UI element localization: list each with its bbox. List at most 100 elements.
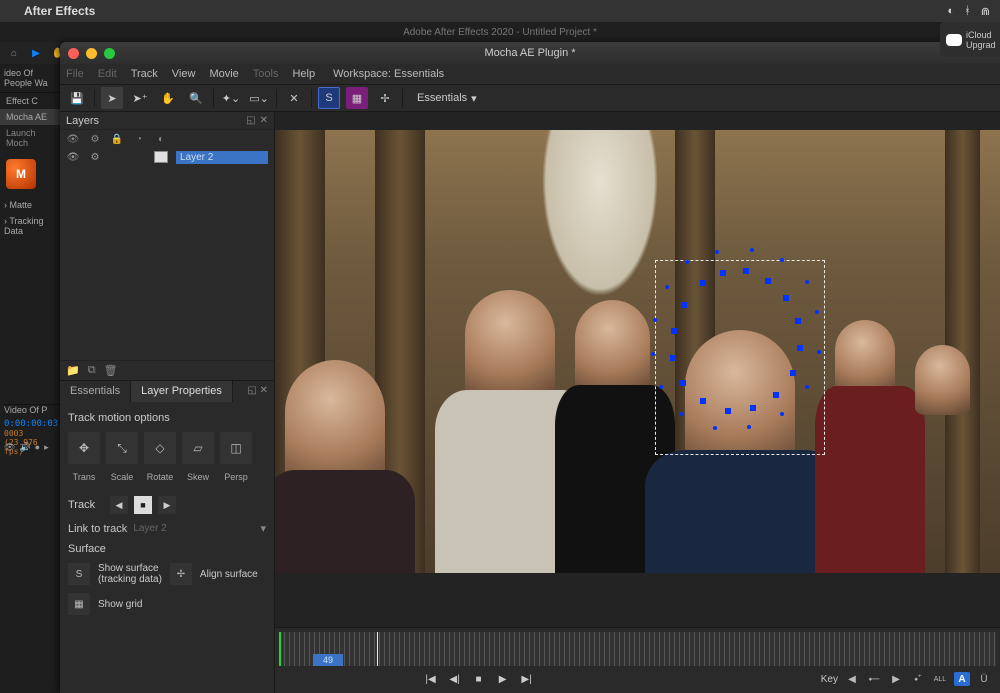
icloud-notification[interactable]: iCloud Upgrad xyxy=(940,22,1000,57)
minimize-window-icon[interactable] xyxy=(86,48,97,59)
menubar-status-icon[interactable]: ◐ xyxy=(948,5,955,17)
rotate-toggle[interactable]: ◇ xyxy=(144,432,176,464)
spline-col-icon[interactable]: ◔ xyxy=(132,134,146,145)
uberkey-icon[interactable]: Ü xyxy=(976,672,992,686)
layer-color-swatch[interactable] xyxy=(154,151,168,163)
viewer[interactable] xyxy=(275,112,1000,627)
icloud-title: iCloud xyxy=(966,30,996,40)
pan-tool-icon[interactable]: ✋ xyxy=(157,87,179,109)
project-item[interactable]: ideo Of People Wa xyxy=(0,64,60,93)
autokey-a-icon[interactable]: A xyxy=(954,672,970,686)
menu-tools[interactable]: Tools xyxy=(253,68,279,80)
menu-help[interactable]: Help xyxy=(292,68,315,80)
key-label: Key xyxy=(821,674,838,685)
tab-essentials[interactable]: Essentials xyxy=(60,381,131,402)
current-frame[interactable]: 49 xyxy=(313,654,343,666)
tracking-data-group[interactable]: › Tracking Data xyxy=(0,213,60,239)
scale-toggle[interactable]: ⤡ xyxy=(106,432,138,464)
link-to-track-dropdown[interactable]: Layer 2 xyxy=(133,523,254,534)
close-panel-icon[interactable]: ✕ xyxy=(260,385,268,396)
mocha-title-bar[interactable]: Mocha AE Plugin * xyxy=(60,42,1000,64)
show-surface-button[interactable]: S xyxy=(68,563,90,585)
align-surface-icon[interactable]: ✢ xyxy=(374,87,396,109)
bluetooth-icon[interactable]: ᚼ xyxy=(964,5,971,17)
matte-col-icon[interactable]: ◐ xyxy=(154,134,168,145)
stop-button[interactable]: ■ xyxy=(470,671,488,687)
step-back-button[interactable]: ◀| xyxy=(446,671,464,687)
align-surface-button[interactable]: ✢ xyxy=(170,563,192,585)
undock-icon[interactable]: ◱ xyxy=(247,385,256,396)
duplicate-layer-icon[interactable]: ⧉ xyxy=(88,364,96,377)
close-spline-icon[interactable]: ✕ xyxy=(283,87,305,109)
launch-mocha-row[interactable]: Launch Moch xyxy=(0,125,60,151)
all-keys-icon[interactable]: ALL xyxy=(932,672,948,686)
lock-icon[interactable]: ● xyxy=(35,442,40,453)
timeline[interactable]: 49 xyxy=(279,632,996,666)
effect-controls-tab[interactable]: Effect C xyxy=(0,93,60,109)
lock-col-icon[interactable]: 🔒 xyxy=(110,134,124,145)
timecode[interactable]: 0:00:00:03 xyxy=(4,419,60,429)
pointer-tool-icon[interactable]: ➤ xyxy=(101,87,123,109)
rect-spline-tool-icon[interactable]: ▭⌄ xyxy=(248,87,270,109)
track-stop-button[interactable]: ■ xyxy=(134,496,152,514)
timeline-comp-tab[interactable]: Video Of P xyxy=(4,404,60,419)
translate-toggle[interactable]: ✥ xyxy=(68,432,100,464)
zoom-window-icon[interactable] xyxy=(104,48,115,59)
show-surface-icon[interactable]: S xyxy=(318,87,340,109)
show-grid-icon[interactable]: ▦ xyxy=(346,87,368,109)
timeline-mini-icons: 👁 🔊 ● ▸ xyxy=(4,442,49,453)
next-key-icon[interactable]: ▶ xyxy=(888,672,904,686)
surface-rect[interactable] xyxy=(655,260,825,455)
wifi-icon[interactable]: ⋒ xyxy=(981,5,990,18)
autokey-icon[interactable]: ⬩⁺ xyxy=(910,672,926,686)
home-icon[interactable]: ⌂ xyxy=(6,45,22,61)
perspective-toggle[interactable]: ◫ xyxy=(220,432,252,464)
key-marker-icon[interactable]: ⬩─ xyxy=(866,672,882,686)
menu-view[interactable]: View xyxy=(172,68,196,80)
workspace-dropdown[interactable]: Essentials ▾ xyxy=(409,90,485,107)
chevron-down-icon[interactable]: ▾ xyxy=(260,522,266,535)
show-grid-button[interactable]: ▦ xyxy=(68,593,90,615)
save-icon[interactable]: 💾 xyxy=(66,87,88,109)
undock-icon[interactable]: ◱ xyxy=(246,115,255,126)
layer-row[interactable]: 👁 ⚙ Layer 2 xyxy=(60,148,274,166)
show-grid-label: Show grid xyxy=(98,599,142,610)
layer-name[interactable]: Layer 2 xyxy=(176,151,268,164)
selection-tool-icon[interactable]: ▶ xyxy=(28,45,44,61)
layers-panel-title: Layers xyxy=(66,115,99,127)
matte-group[interactable]: › Matte xyxy=(0,197,60,213)
pointer-plus-tool-icon[interactable]: ➤⁺ xyxy=(129,87,151,109)
delete-layer-icon[interactable]: 🗑 xyxy=(104,364,118,377)
play-button[interactable]: ▶ xyxy=(494,671,512,687)
track-forward-button[interactable]: ▶ xyxy=(158,496,176,514)
prev-key-icon[interactable]: ◀ xyxy=(844,672,860,686)
goto-start-button[interactable]: |◀ xyxy=(422,671,440,687)
menu-track[interactable]: Track xyxy=(131,68,158,80)
menu-movie[interactable]: Movie xyxy=(209,68,238,80)
show-surface-label: Show surface xyxy=(98,563,162,574)
mocha-logo-icon[interactable]: M xyxy=(6,159,36,189)
close-window-icon[interactable] xyxy=(68,48,79,59)
visibility-col-icon[interactable]: 👁 xyxy=(66,134,80,145)
eye-icon[interactable]: 👁 xyxy=(4,442,15,453)
menu-workspace[interactable]: Workspace: Essentials xyxy=(333,68,444,80)
close-panel-icon[interactable]: ✕ xyxy=(260,115,268,126)
layer-visibility-icon[interactable]: 👁 xyxy=(66,152,80,163)
mocha-ae-effect[interactable]: Mocha AE xyxy=(0,109,60,125)
layers-panel-header[interactable]: Layers ◱ ✕ xyxy=(60,112,274,130)
menu-file[interactable]: File xyxy=(66,68,84,80)
tab-layer-properties[interactable]: Layer Properties xyxy=(131,381,233,402)
cog-col-icon[interactable]: ⚙ xyxy=(88,134,102,145)
track-label: Track xyxy=(68,499,100,511)
menu-edit[interactable]: Edit xyxy=(98,68,117,80)
mac-app-name[interactable]: After Effects xyxy=(24,4,95,18)
xspline-tool-icon[interactable]: ✦⌄ xyxy=(220,87,242,109)
skew-toggle[interactable]: ▱ xyxy=(182,432,214,464)
speaker-icon[interactable]: 🔊 xyxy=(19,442,30,453)
label-icon[interactable]: ▸ xyxy=(44,442,49,453)
zoom-tool-icon[interactable]: 🔍 xyxy=(185,87,207,109)
track-backward-button[interactable]: ◀ xyxy=(110,496,128,514)
goto-end-button[interactable]: ▶| xyxy=(518,671,536,687)
layer-cog-icon[interactable]: ⚙ xyxy=(88,152,102,163)
new-folder-icon[interactable]: 📁 xyxy=(66,364,80,377)
